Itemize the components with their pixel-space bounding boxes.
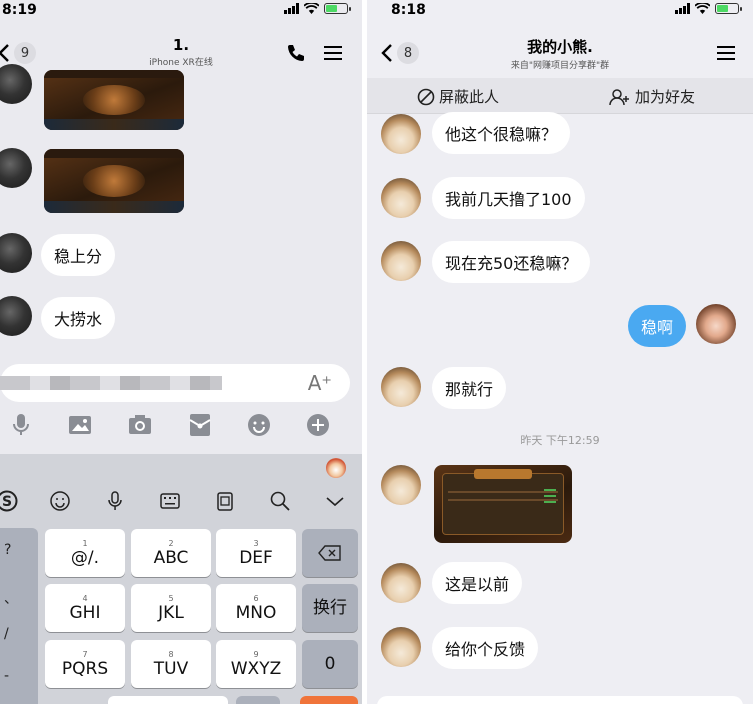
punct-key[interactable]: ? — [4, 542, 11, 558]
message-bubble[interactable]: 给你个反馈 — [432, 627, 539, 669]
block-user-button[interactable]: 屏蔽此人 — [417, 86, 499, 107]
menu-icon[interactable] — [322, 42, 344, 64]
key-9[interactable]: 9 WXYZ — [216, 640, 296, 688]
backspace-icon — [318, 545, 341, 561]
key-1[interactable]: 1 @/. — [45, 529, 125, 577]
keyboard-icon[interactable] — [159, 490, 181, 512]
key-5[interactable]: 5 JKL — [131, 584, 211, 632]
wifi-icon — [695, 3, 710, 14]
nav-bar: 8 我的小熊. 来自"网赚项目分享群"群 — [367, 22, 753, 78]
add-friend-button[interactable]: 加为好友 — [609, 86, 695, 107]
image-message[interactable] — [44, 149, 184, 213]
avatar[interactable] — [381, 627, 421, 667]
block-icon — [417, 88, 435, 105]
bottom-key-partial[interactable] — [236, 696, 280, 704]
key-4[interactable]: 4 GHI — [45, 584, 125, 632]
right-phone-screen: 8:18 8 我的小熊. 来自"网赚项目分享群"群 屏蔽此人 加为好友 他这个很… — [367, 0, 753, 704]
avatar[interactable] — [0, 148, 32, 188]
blurred-text — [0, 376, 222, 390]
sogou-icon[interactable]: S — [0, 490, 18, 512]
message-input[interactable]: A⁺ — [0, 364, 350, 402]
key-0[interactable]: 0 — [302, 640, 358, 688]
keyboard: S ? 、 / - 1 @/. 2 ABC 3 DEF 4 GHI 5 JKL 6 MNO … — [0, 454, 362, 704]
signal-icon — [675, 3, 690, 14]
key-8[interactable]: 8 TUV — [131, 640, 211, 688]
left-phone-screen: 8:19 9 1. iPhone XR在线 稳上分 大捞水 A⁺ S ? 、 /… — [0, 0, 362, 704]
image-message[interactable] — [434, 465, 572, 543]
bottom-key-partial[interactable] — [0, 696, 38, 704]
avatar[interactable] — [381, 114, 421, 154]
message-bubble[interactable]: 稳上分 — [41, 234, 116, 276]
stranger-actions-bar: 屏蔽此人 加为好友 — [367, 78, 753, 114]
camera-icon[interactable] — [127, 412, 153, 438]
avatar[interactable] — [381, 367, 421, 407]
block-user-label: 屏蔽此人 — [439, 88, 500, 106]
plus-icon[interactable] — [305, 412, 331, 438]
key-6[interactable]: 6 MNO — [216, 584, 296, 632]
space-key-partial[interactable] — [108, 696, 228, 704]
avatar[interactable] — [381, 178, 421, 218]
key-3[interactable]: 3 DEF — [216, 529, 296, 577]
message-input[interactable] — [377, 696, 743, 704]
phone-icon[interactable] — [285, 42, 307, 64]
avatar[interactable] — [381, 241, 421, 281]
add-user-icon — [609, 88, 629, 105]
avatar[interactable] — [0, 296, 32, 336]
status-bar: 8:18 — [367, 0, 753, 22]
keyboard-toolbar: S — [0, 454, 362, 528]
message-bubble[interactable]: 现在充50还稳嘛？ — [432, 241, 591, 283]
sogou-mascot-icon — [326, 458, 346, 478]
status-time: 8:19 — [2, 2, 37, 18]
clipboard-icon[interactable] — [214, 490, 236, 512]
punct-key[interactable]: - — [4, 668, 9, 684]
send-key-partial[interactable] — [300, 696, 358, 704]
add-friend-label: 加为好友 — [635, 88, 696, 106]
punctuation-column[interactable]: ? 、 / - — [0, 528, 38, 704]
key-2[interactable]: 2 ABC — [131, 529, 211, 577]
wifi-icon — [304, 3, 319, 14]
avatar[interactable] — [381, 563, 421, 603]
newline-key[interactable]: 换行 — [302, 584, 358, 632]
status-bar: 8:19 — [0, 0, 362, 22]
message-timestamp: 昨天 下午12:59 — [520, 434, 600, 447]
avatar[interactable] — [0, 64, 32, 104]
emoji-icon[interactable] — [49, 490, 71, 512]
font-style-icon[interactable]: A⁺ — [308, 371, 332, 395]
image-message[interactable] — [44, 70, 184, 130]
collapse-keyboard-icon[interactable] — [324, 490, 346, 512]
message-bubble[interactable]: 那就行 — [432, 367, 507, 409]
online-status: iPhone XR在线 — [149, 58, 213, 68]
menu-icon[interactable] — [715, 42, 737, 64]
emoji-icon[interactable] — [246, 412, 272, 438]
avatar[interactable] — [381, 465, 421, 505]
red-packet-icon[interactable] — [187, 412, 213, 438]
punct-key[interactable]: / — [4, 626, 9, 642]
message-bubble[interactable]: 这是以前 — [432, 562, 523, 604]
message-bubble[interactable]: 我前几天撸了100 — [432, 177, 585, 219]
avatar[interactable] — [0, 233, 32, 273]
punct-key[interactable]: 、 — [4, 588, 18, 608]
delete-key[interactable] — [302, 529, 358, 577]
battery-icon — [324, 3, 351, 14]
chat-title: 我的小熊. 来自"网赚项目分享群"群 — [367, 36, 753, 71]
battery-icon — [715, 3, 742, 14]
message-bubble[interactable]: 他这个很稳嘛？ — [432, 112, 571, 154]
voice-input-icon[interactable] — [104, 490, 126, 512]
search-icon[interactable] — [269, 490, 291, 512]
chat-title: 1. iPhone XR在线 — [0, 36, 362, 68]
contact-name: 我的小熊. — [527, 38, 593, 56]
chat-toolbar — [0, 412, 362, 442]
status-time: 8:18 — [391, 2, 426, 18]
photo-icon[interactable] — [67, 412, 93, 438]
contact-name: 1. — [172, 36, 190, 54]
mic-icon[interactable] — [8, 412, 34, 438]
my-avatar[interactable] — [696, 304, 736, 344]
group-source: 来自"网赚项目分享群"群 — [510, 61, 610, 71]
my-message-bubble[interactable]: 稳啊 — [628, 305, 687, 347]
svg-text:S: S — [2, 494, 12, 510]
message-bubble[interactable]: 大捞水 — [41, 297, 116, 339]
signal-icon — [284, 3, 299, 14]
key-7[interactable]: 7 PQRS — [45, 640, 125, 688]
